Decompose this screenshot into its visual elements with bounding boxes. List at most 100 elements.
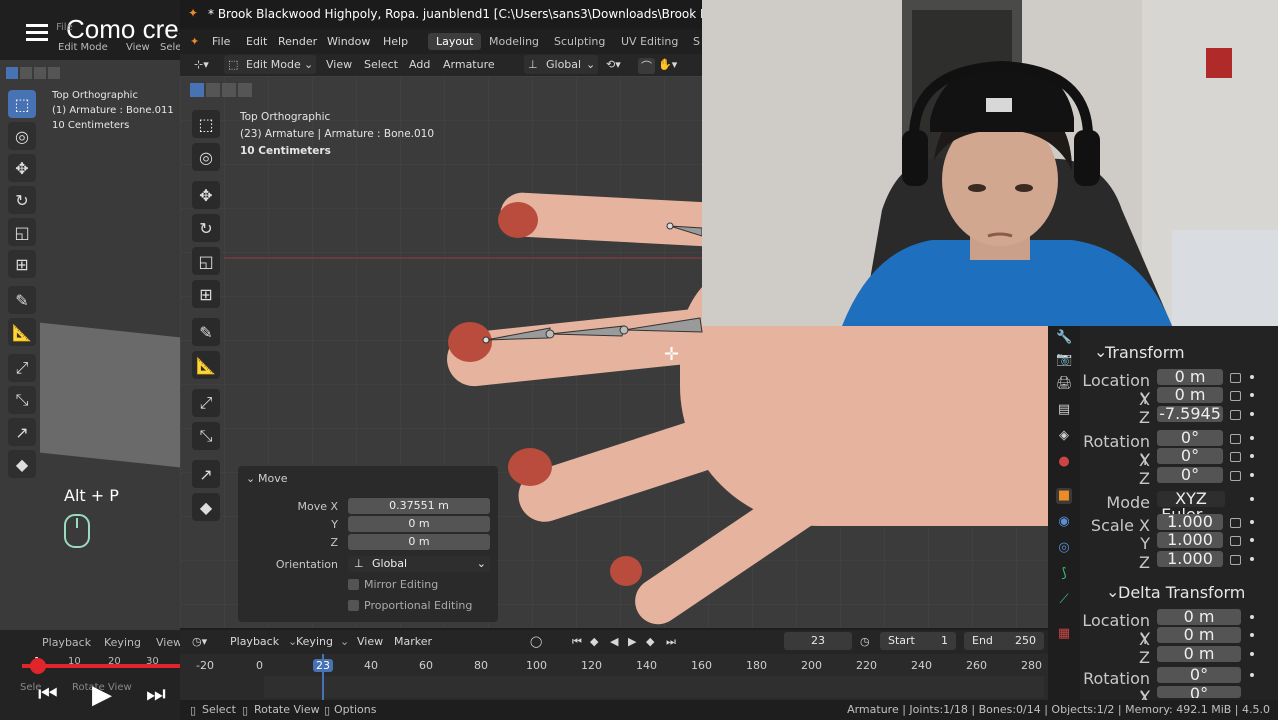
texture-tab-icon[interactable]: ▦ — [1056, 626, 1072, 642]
transform-section-title[interactable]: Transform — [1105, 343, 1185, 362]
view-layer-tab-icon[interactable]: ▤ — [1056, 402, 1072, 418]
timeline-ruler[interactable]: -20 0 23 40 60 80 100 120 140 160 180 20… — [180, 654, 1048, 700]
delta-location-z-field[interactable]: 0 m — [1157, 646, 1241, 662]
bone-size-tool-icon[interactable]: ⤡ — [8, 386, 36, 414]
tab-layout[interactable]: Layout — [428, 33, 482, 50]
timeline-editor-icon[interactable]: ◷▾ — [192, 635, 207, 648]
move-tool-icon[interactable]: ✥ — [8, 154, 36, 182]
video-progress-handle[interactable] — [30, 658, 46, 674]
object-tab-icon[interactable]: ■ — [1056, 488, 1072, 504]
scale-y-field[interactable]: 1.000 — [1157, 532, 1223, 548]
lock-icon[interactable] — [1230, 518, 1241, 528]
mirror-editing-checkbox[interactable] — [348, 579, 359, 590]
keyframe-dot-icon[interactable] — [1250, 454, 1254, 458]
measure-icon[interactable]: 📐 — [192, 351, 220, 379]
lock-icon[interactable] — [1230, 452, 1241, 462]
next-icon[interactable]: ⏭ — [146, 682, 166, 707]
lock-icon[interactable] — [1230, 555, 1241, 565]
keyframe-dot-icon[interactable] — [1250, 557, 1254, 561]
blender-menu-icon[interactable]: ✦ — [190, 35, 199, 48]
record-icon[interactable]: ◯ — [530, 635, 542, 648]
play-reverse-icon[interactable]: ◀ — [610, 635, 618, 648]
rotate-icon[interactable]: ↻ — [192, 214, 220, 242]
clock-icon[interactable]: ◷ — [860, 635, 870, 648]
keyframe-dot-icon[interactable] — [1250, 473, 1254, 477]
tab-modeling[interactable]: Modeling — [481, 33, 547, 50]
lock-icon[interactable] — [1230, 434, 1241, 444]
jump-end-icon[interactable]: ⏭ — [666, 635, 676, 649]
lock-icon[interactable] — [1230, 391, 1241, 401]
extrude-tool-icon[interactable]: ↗ — [8, 418, 36, 446]
location-y-field[interactable]: 0 m — [1157, 387, 1223, 403]
proportional-editing-checkbox[interactable] — [348, 600, 359, 611]
keyframe-dot-icon[interactable] — [1250, 393, 1254, 397]
keyframe-dot-icon[interactable] — [1250, 412, 1254, 416]
keyframe-dot-icon[interactable] — [1250, 673, 1254, 677]
lock-icon[interactable] — [1230, 471, 1241, 481]
cursor-tool-icon[interactable]: ◎ — [8, 122, 36, 150]
world-tab-icon[interactable]: ● — [1056, 454, 1072, 470]
jump-start-icon[interactable]: ⏮ — [572, 635, 582, 649]
transform-icon[interactable]: ⊞ — [192, 280, 220, 308]
roll-icon[interactable]: ⤢ — [192, 389, 220, 417]
header-view-menu[interactable]: View — [326, 58, 352, 71]
annotate-tool-icon[interactable]: ✎ — [8, 286, 36, 314]
play-icon[interactable]: ▶ — [628, 635, 636, 648]
pivot-icon[interactable]: ⟲▾ — [606, 58, 621, 71]
modifier-tab-icon[interactable]: ◉ — [1056, 514, 1072, 530]
location-x-field[interactable]: 0 m — [1157, 369, 1223, 385]
keyframe-dot-icon[interactable] — [1250, 497, 1254, 501]
armature-data-tab-icon[interactable]: ⟆ — [1056, 566, 1072, 582]
current-frame-field[interactable]: 23 — [784, 632, 852, 650]
envelope-tool-icon[interactable]: ◆ — [8, 450, 36, 478]
keyframe-dot-icon[interactable] — [1250, 375, 1254, 379]
next-keyframe-icon[interactable]: ◆ — [646, 635, 654, 648]
tab-sculpting[interactable]: Sculpting — [546, 33, 613, 50]
menu-edit[interactable]: Edit — [246, 35, 267, 48]
cursor-icon[interactable]: ◎ — [192, 143, 220, 171]
lock-icon[interactable] — [1230, 410, 1241, 420]
lock-icon[interactable] — [1230, 373, 1241, 383]
bone-size-icon[interactable]: ⤡ — [192, 422, 220, 450]
bone-tab-icon[interactable]: ⟋ — [1056, 592, 1072, 608]
scale-tool-icon[interactable]: ◱ — [8, 218, 36, 246]
select-mode-buttons[interactable] — [190, 82, 252, 101]
previous-icon[interactable]: ⏮ — [38, 682, 58, 707]
orientation-dropdown[interactable]: ⊥ Global ⌄ — [524, 55, 598, 74]
prev-keyframe-icon[interactable]: ◆ — [590, 635, 598, 648]
delta-location-x-field[interactable]: 0 m — [1157, 609, 1241, 625]
transform-tool-icon[interactable]: ⊞ — [8, 250, 36, 278]
roll-tool-icon[interactable]: ⤢ — [8, 354, 36, 382]
delta-rotation-x-field[interactable]: 0° — [1157, 667, 1241, 683]
orientation-select[interactable]: ⊥ Global ⌄ — [348, 556, 490, 572]
rotation-mode-select[interactable]: XYZ Euler ⌄ — [1157, 491, 1225, 523]
menu-icon[interactable] — [26, 24, 48, 27]
move-y-field[interactable]: 0 m — [348, 516, 490, 532]
menu-file[interactable]: File — [212, 35, 230, 48]
playhead-frame[interactable]: 23 — [313, 659, 333, 672]
mode-dropdown[interactable]: ⬚ Edit Mode ⌄ — [224, 55, 316, 74]
collapse-icon[interactable]: ⌄ — [246, 472, 255, 485]
start-frame-field[interactable]: Start 1 — [880, 632, 956, 650]
menu-render[interactable]: Render — [278, 35, 317, 48]
keyframe-dot-icon[interactable] — [1250, 652, 1254, 656]
keyframe-dot-icon[interactable] — [1250, 633, 1254, 637]
move-icon[interactable]: ✥ — [192, 181, 220, 209]
timeline-keying-menu[interactable]: Keying — [296, 635, 333, 648]
timeline-marker-menu[interactable]: Marker — [394, 635, 432, 648]
snap-target-icon[interactable]: ✋▾ — [658, 58, 677, 71]
timeline-view-menu[interactable]: View — [357, 635, 383, 648]
render-tab-icon[interactable]: 📷 — [1056, 352, 1072, 368]
timeline-playback-menu[interactable]: Playback — [230, 635, 279, 648]
delta-transform-title[interactable]: Delta Transform — [1118, 583, 1245, 602]
rotation-y-field[interactable]: 0° — [1157, 448, 1223, 464]
move-z-field[interactable]: 0 m — [348, 534, 490, 550]
select-box-icon[interactable]: ⬚ — [192, 110, 220, 138]
end-frame-field[interactable]: End 250 — [964, 632, 1044, 650]
snap-icon[interactable]: ⌒ — [638, 58, 655, 74]
move-x-field[interactable]: 0.37551 m — [348, 498, 490, 514]
menu-help[interactable]: Help — [383, 35, 408, 48]
menu-window[interactable]: Window — [327, 35, 370, 48]
tab-uv-editing[interactable]: UV Editing — [613, 33, 686, 50]
select-tool-icon[interactable]: ⬚ — [8, 90, 36, 118]
